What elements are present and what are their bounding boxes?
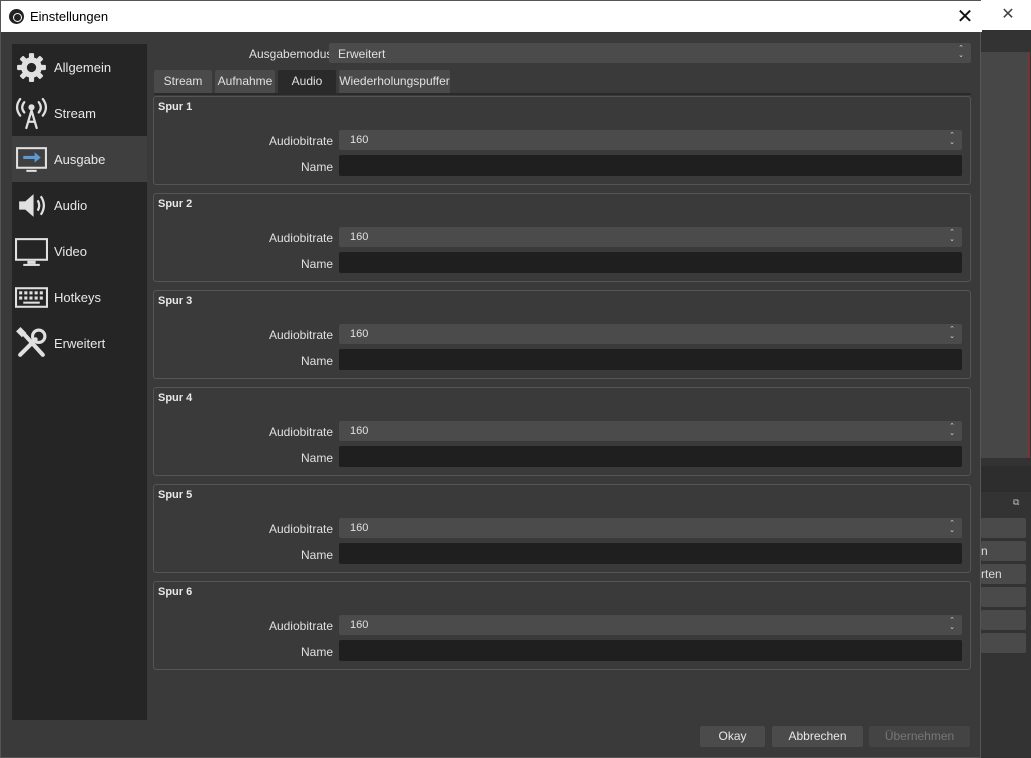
- window-title: Einstellungen: [30, 9, 109, 24]
- track-group-5: Spur 5 Audiobitrate 160 ⌃ ⌄ Name: [153, 484, 971, 573]
- spin-arrows-icon: ⌃ ⌄: [949, 325, 955, 340]
- sidebar-item-label: Stream: [54, 106, 96, 121]
- sidebar-item-erweitert[interactable]: Erweitert: [12, 320, 147, 366]
- output-mode-label: Ausgabemodus: [249, 47, 333, 61]
- track-group-6: Spur 6 Audiobitrate 160 ⌃ ⌄ Name: [153, 581, 971, 670]
- obs-logo-icon: [9, 9, 24, 24]
- background-dock-header: [981, 466, 1031, 492]
- settings-sidebar: Allgemein Stream Ausgabe Audio Video Hot…: [12, 44, 147, 720]
- audiobitrate-value: 160: [350, 134, 369, 146]
- spin-arrows-icon: ⌃ ⌄: [949, 131, 955, 146]
- cancel-button[interactable]: Abbrechen: [772, 726, 863, 747]
- name-label: Name: [300, 645, 333, 659]
- spin-arrows-icon: ⌃ ⌄: [949, 228, 955, 243]
- speaker-icon: [19, 194, 46, 217]
- title-bar: Einstellungen ✕: [1, 1, 982, 32]
- sidebar-item-stream[interactable]: Stream: [12, 90, 147, 136]
- tab-divider: [154, 93, 971, 95]
- spin-arrows-icon: ⌃ ⌄: [949, 422, 955, 437]
- track-group-2: Spur 2 Audiobitrate 160 ⌃ ⌄ Name: [153, 193, 971, 282]
- track-group-1: Spur 1 Audiobitrate 160 ⌃ ⌄ Name: [153, 96, 971, 185]
- background-button-6[interactable]: [981, 633, 1026, 653]
- sidebar-item-hotkeys[interactable]: Hotkeys: [12, 274, 147, 320]
- audiobitrate-select[interactable]: 160 ⌃ ⌄: [339, 615, 962, 635]
- background-preview-panel: [981, 52, 1028, 458]
- sidebar-item-audio[interactable]: Audio: [12, 182, 147, 228]
- sidebar-item-label: Video: [54, 244, 88, 259]
- track-title: Spur 4: [158, 392, 193, 404]
- track-title: Spur 3: [158, 295, 193, 307]
- audiobitrate-value: 160: [350, 425, 369, 437]
- sidebar-item-label: Erweitert: [54, 336, 106, 351]
- spin-arrows-icon: ⌃ ⌄: [949, 519, 955, 534]
- track-title: Spur 1: [158, 101, 193, 113]
- name-label: Name: [300, 451, 333, 465]
- audiobitrate-label: Audiobitrate: [268, 619, 333, 633]
- audiobitrate-label: Audiobitrate: [268, 425, 333, 439]
- name-label: Name: [300, 548, 333, 562]
- track-name-input[interactable]: [339, 543, 962, 564]
- apply-button[interactable]: Übernehmen: [869, 726, 970, 747]
- audiobitrate-label: Audiobitrate: [268, 522, 333, 536]
- track-title: Spur 2: [158, 198, 193, 210]
- name-label: Name: [300, 160, 333, 174]
- audiobitrate-value: 160: [350, 328, 369, 340]
- sidebar-item-label: Ausgabe: [54, 152, 106, 167]
- output-mode-value: Erweitert: [338, 47, 386, 61]
- audiobitrate-select[interactable]: 160 ⌃ ⌄: [339, 421, 962, 441]
- track-name-input[interactable]: [339, 640, 962, 661]
- monitor-icon: [15, 238, 48, 266]
- name-label: Name: [300, 354, 333, 368]
- output-mode-select[interactable]: Erweitert ⌃ ⌄: [329, 43, 971, 63]
- track-title: Spur 6: [158, 586, 193, 598]
- dock-float-icon[interactable]: ⧉: [1013, 498, 1023, 508]
- settings-window: Einstellungen ✕ Allgemein Stream Ausgabe…: [0, 0, 982, 758]
- okay-button[interactable]: Okay: [700, 726, 765, 747]
- gear-icon: [17, 53, 46, 82]
- background-button-1[interactable]: [981, 518, 1026, 538]
- sidebar-item-ausgabe[interactable]: Ausgabe: [12, 136, 147, 182]
- audiobitrate-label: Audiobitrate: [268, 231, 333, 245]
- spin-arrows-icon: ⌃ ⌄: [949, 616, 955, 631]
- sidebar-item-label: Audio: [54, 198, 88, 213]
- tools-icon: [16, 327, 47, 357]
- audiobitrate-select[interactable]: 160 ⌃ ⌄: [339, 130, 962, 150]
- tab-aufnahme[interactable]: Aufnahme: [215, 70, 275, 93]
- name-label: Name: [300, 257, 333, 271]
- close-icon[interactable]: ✕: [953, 5, 977, 27]
- audiobitrate-value: 160: [350, 231, 369, 243]
- output-icon: [16, 147, 47, 172]
- audiobitrate-label: Audiobitrate: [268, 134, 333, 148]
- track-title: Spur 5: [158, 489, 193, 501]
- antenna-icon: [15, 97, 48, 130]
- sidebar-item-label: Hotkeys: [54, 290, 101, 305]
- audiobitrate-value: 160: [350, 522, 369, 534]
- track-name-input[interactable]: [339, 446, 962, 467]
- track-group-3: Spur 3 Audiobitrate 160 ⌃ ⌄ Name: [153, 290, 971, 379]
- background-button-3[interactable]: rten: [981, 564, 1026, 584]
- background-preview-border: [1028, 52, 1030, 458]
- audiobitrate-select[interactable]: 160 ⌃ ⌄: [339, 518, 962, 538]
- track-name-input[interactable]: [339, 349, 962, 370]
- tab-wiederholungspuffer[interactable]: Wiederholungspuffer: [339, 70, 450, 93]
- audiobitrate-select[interactable]: 160 ⌃ ⌄: [339, 227, 962, 247]
- track-group-4: Spur 4 Audiobitrate 160 ⌃ ⌄ Name: [153, 387, 971, 476]
- background-close-icon[interactable]: ✕: [1000, 6, 1016, 22]
- audiobitrate-label: Audiobitrate: [268, 328, 333, 342]
- sidebar-item-video[interactable]: Video: [12, 228, 147, 274]
- background-button-2[interactable]: n: [981, 541, 1026, 561]
- background-button-4[interactable]: [981, 587, 1026, 607]
- sidebar-item-label: Allgemein: [54, 60, 112, 75]
- spin-arrows-icon: ⌃ ⌄: [958, 44, 964, 59]
- tab-audio[interactable]: Audio: [278, 70, 336, 93]
- tab-stream[interactable]: Stream: [154, 70, 212, 93]
- track-name-input[interactable]: [339, 155, 962, 176]
- audiobitrate-value: 160: [350, 619, 369, 631]
- sidebar-item-allgemein[interactable]: Allgemein: [12, 44, 147, 90]
- keyboard-icon: [15, 287, 48, 308]
- audiobitrate-select[interactable]: 160 ⌃ ⌄: [339, 324, 962, 344]
- track-name-input[interactable]: [339, 252, 962, 273]
- background-button-5[interactable]: [981, 610, 1026, 630]
